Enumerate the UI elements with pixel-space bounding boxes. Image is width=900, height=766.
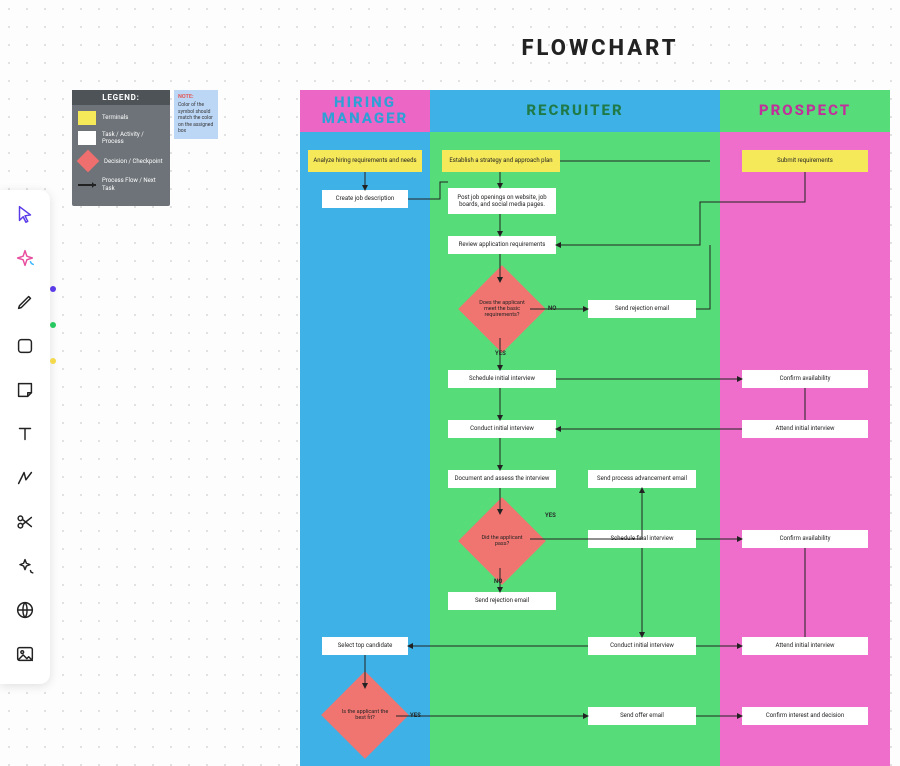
status-dot-purple (50, 286, 56, 292)
node-rec-post[interactable]: Post job openings on website, job boards… (448, 188, 556, 214)
legend-label-flow: Process Flow / Next Task (102, 177, 164, 191)
node-hm-select[interactable]: Select top candidate (322, 637, 408, 655)
chart-title: FLOWCHART (300, 36, 900, 61)
legend-row-task: Task / Activity / Process (78, 131, 164, 145)
node-rec-reject1[interactable]: Send rejection email (588, 300, 696, 318)
node-rec-pass[interactable]: Did the applicant pass? (471, 510, 533, 572)
shape-tool-icon[interactable] (13, 334, 37, 358)
scissors-tool-icon[interactable] (13, 510, 37, 534)
legend-heading: LEGEND: (72, 90, 170, 105)
image-tool-icon[interactable] (13, 642, 37, 666)
node-rec-schedfinal[interactable]: Schedule final interview (588, 530, 696, 548)
status-dot-yellow (50, 358, 56, 364)
legend-panel[interactable]: LEGEND: Terminals Task / Activity / Proc… (72, 90, 170, 206)
label-yes-pass: YES (545, 512, 556, 519)
swimlanes: HIRING MANAGER Analyze hiring requiremen… (300, 90, 890, 766)
label-yes-hm: YES (410, 712, 421, 719)
node-pro-confirm2[interactable]: Confirm availability (742, 530, 868, 548)
legend-label-task: Task / Activity / Process (102, 131, 164, 145)
node-rec-conduct1[interactable]: Conduct initial interview (448, 420, 556, 438)
node-rec-conduct2[interactable]: Conduct initial interview (588, 637, 696, 655)
sparkle-tool-icon[interactable] (13, 554, 37, 578)
node-rec-review[interactable]: Review application requirements (448, 236, 556, 254)
globe-tool-icon[interactable] (13, 598, 37, 622)
status-dot-green (50, 322, 56, 328)
node-pro-attend2[interactable]: Attend initial interview (742, 637, 868, 655)
connector-tool-icon[interactable] (13, 466, 37, 490)
note-heading: NOTE: (178, 94, 214, 101)
node-pro-attend1[interactable]: Attend initial interview (742, 420, 868, 438)
lane-header-hm: HIRING MANAGER (300, 90, 430, 132)
node-rec-strategy[interactable]: Establish a strategy and approach plan (442, 150, 560, 172)
toolbar (0, 190, 50, 684)
node-hm-bestfit[interactable]: Is the applicant the best fit? (334, 684, 396, 746)
lane-header-rec: RECRUITER (430, 90, 720, 132)
lane-body-rec: Establish a strategy and approach plan P… (430, 132, 720, 766)
legend-row-decision: Decision / Checkpoint (78, 151, 164, 171)
label-yes-basic: YES (495, 350, 506, 357)
node-rec-schedule[interactable]: Schedule initial interview (448, 370, 556, 388)
lane-body-pro: Submit requirements Confirm availability… (720, 132, 890, 766)
node-rec-offer[interactable]: Send offer email (588, 707, 696, 725)
lane-body-hm: Analyze hiring requirements and needs Cr… (300, 132, 430, 766)
legend-arrow-icon (78, 184, 96, 186)
cursor-tool-icon[interactable] (13, 202, 37, 226)
label-no-basic: NO (548, 305, 556, 312)
pen-tool-icon[interactable] (13, 290, 37, 314)
legend-label-decision: Decision / Checkpoint (104, 158, 163, 165)
note-sticky[interactable]: NOTE: Color of the symbol should match t… (174, 90, 218, 139)
node-hm-analyze[interactable]: Analyze hiring requirements and needs (308, 150, 422, 172)
ai-tool-icon[interactable] (13, 246, 37, 270)
node-pro-confirm1[interactable]: Confirm availability (742, 370, 868, 388)
sticky-note-tool-icon[interactable] (13, 378, 37, 402)
node-pro-confirm3[interactable]: Confirm interest and decision (742, 707, 868, 725)
legend-swatch-task (78, 131, 96, 145)
node-rec-advance[interactable]: Send process advancement email (588, 470, 696, 488)
lane-header-pro: PROSPECT (720, 90, 890, 132)
node-rec-reject2[interactable]: Send rejection email (448, 592, 556, 610)
lane-hiring-manager: HIRING MANAGER Analyze hiring requiremen… (300, 90, 430, 766)
legend-swatch-terminal (78, 111, 96, 125)
legend-label-terminal: Terminals (102, 114, 128, 121)
node-hm-create[interactable]: Create job description (322, 190, 408, 208)
text-tool-icon[interactable] (13, 422, 37, 446)
node-rec-document[interactable]: Document and assess the interview (448, 470, 556, 488)
node-pro-submit[interactable]: Submit requirements (742, 150, 868, 172)
legend-diamond-icon (77, 150, 100, 173)
node-rec-basic[interactable]: Does the applicant meet the basic requir… (471, 278, 533, 340)
note-body: Color of the symbol should match the col… (178, 102, 213, 134)
lane-prospect: PROSPECT Submit requirements Confirm ava… (720, 90, 890, 766)
legend-row-terminal: Terminals (78, 111, 164, 125)
legend-row-flow: Process Flow / Next Task (78, 177, 164, 191)
label-no-pass: NO (494, 578, 502, 585)
lane-recruiter: RECRUITER Establish a strategy and appro… (430, 90, 720, 766)
